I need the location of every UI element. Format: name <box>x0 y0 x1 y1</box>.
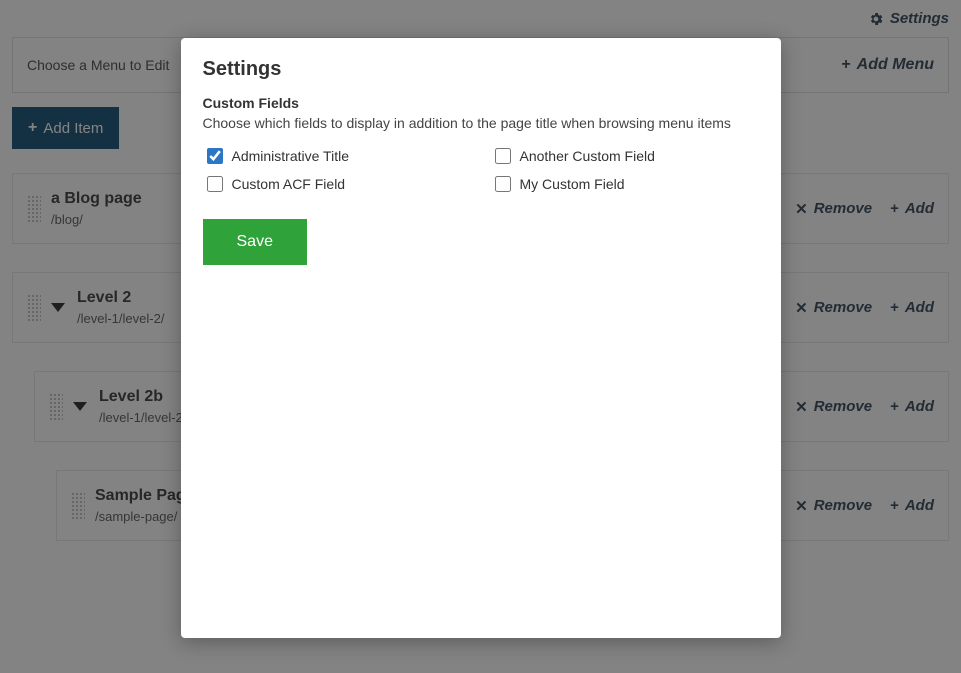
custom-field-label: Custom ACF Field <box>232 176 346 192</box>
custom-field-checkbox[interactable] <box>207 176 223 192</box>
custom-field-checkbox[interactable] <box>207 148 223 164</box>
custom-field-label: Another Custom Field <box>520 148 655 164</box>
save-button-label: Save <box>237 233 273 250</box>
modal-title: Settings <box>203 58 759 81</box>
section-description: Choose which fields to display in additi… <box>203 115 759 131</box>
section-label: Custom Fields <box>203 95 759 111</box>
custom-field-option[interactable]: Custom ACF Field <box>203 173 471 195</box>
custom-field-label: Administrative Title <box>232 148 349 164</box>
custom-field-option[interactable]: My Custom Field <box>491 173 759 195</box>
custom-field-option[interactable]: Administrative Title <box>203 145 471 167</box>
settings-modal: Settings Custom Fields Choose which fiel… <box>181 38 781 638</box>
save-button[interactable]: Save <box>203 219 307 265</box>
custom-field-option[interactable]: Another Custom Field <box>491 145 759 167</box>
custom-field-checkbox[interactable] <box>495 148 511 164</box>
custom-field-label: My Custom Field <box>520 176 625 192</box>
custom-field-checkbox[interactable] <box>495 176 511 192</box>
